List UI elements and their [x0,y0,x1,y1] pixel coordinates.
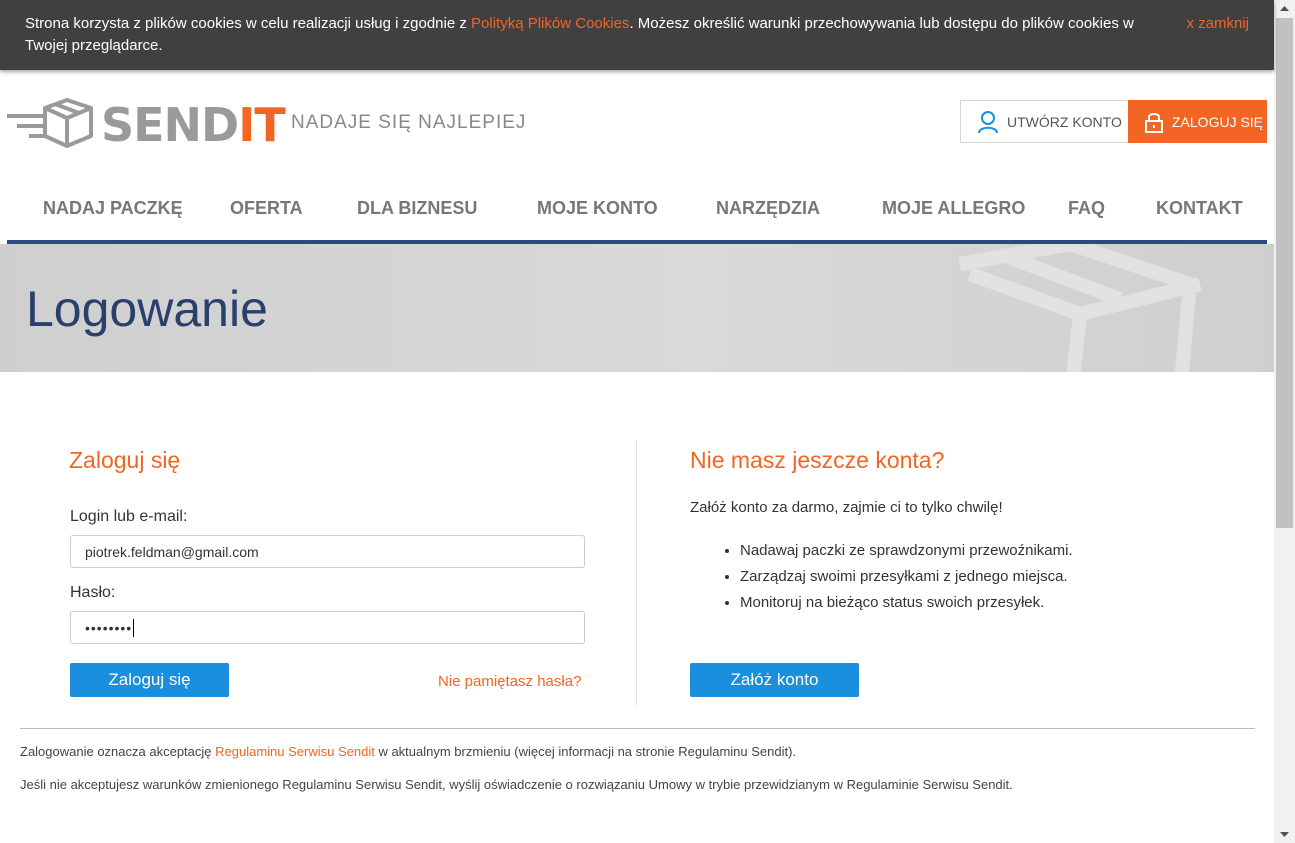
create-account-button[interactable]: UTWÓRZ KONTO [960,100,1129,143]
terms-text-before: Zalogowanie oznacza akceptację [20,744,216,759]
header-login-label: ZALOGUJ SIĘ [1172,113,1264,130]
register-button[interactable]: Załóż konto [690,663,859,697]
nav-item-oferta[interactable]: OFERTA [230,198,303,219]
terms-link[interactable]: Regulaminu Serwisu Sendit [215,744,375,759]
list-item: Monitoruj na bieżąco status swoich przes… [740,590,1073,616]
nav-item-nadaj-paczke[interactable]: NADAJ PACZKĘ [43,198,183,219]
page-banner: Logowanie [0,244,1274,372]
benefits-list: Nadawaj paczki ze sprawdzonymi przewoźni… [740,538,1073,616]
cookie-banner: Strona korzysta z plików cookies w celu … [0,0,1274,70]
package-watermark-icon [958,244,1202,372]
tagline: NADAJE SIĘ NAJLEPIEJ [291,112,527,133]
user-icon [978,110,998,133]
login-section-title: Zaloguj się [69,447,181,473]
page-title: Logowanie [26,281,268,337]
lock-icon [1145,112,1163,133]
nav-item-narzedzia[interactable]: NARZĘDZIA [716,198,820,219]
footer-divider [20,728,1255,729]
column-divider [636,440,637,706]
vertical-scrollbar[interactable] [1274,0,1295,843]
logo-wordmark[interactable]: SENDIT [101,98,286,152]
create-account-label: UTWÓRZ KONTO [1007,113,1122,130]
cookie-text-before: Strona korzysta z plików cookies w celu … [25,15,472,32]
password-mask: •••••••• [85,619,133,636]
nav-item-faq[interactable]: FAQ [1068,198,1105,219]
main-navigation: NADAJ PACZKĘ OFERTA DLA BIZNESU MOJE KON… [7,180,1267,244]
list-item: Zarządzaj swoimi przesyłkami z jednego m… [740,564,1073,590]
scroll-down-arrow-icon[interactable] [1274,826,1295,843]
nav-item-moje-konto[interactable]: MOJE KONTO [537,198,658,219]
cookie-policy-link[interactable]: Polityką Plików Cookies [471,15,629,32]
password-input[interactable]: •••••••• [70,611,585,644]
terms-text-after: w aktualnym brzmieniu (więcej informacji… [374,744,797,759]
scroll-up-arrow-icon[interactable] [1274,0,1295,17]
register-intro: Załóż konto za darmo, zajmie ci to tylko… [690,499,1003,516]
cookie-message: Strona korzysta z plików cookies w celu … [25,13,1145,57]
header-login-button[interactable]: ZALOGUJ SIĘ [1128,100,1267,143]
password-label: Hasło: [70,584,116,601]
register-section-title: Nie masz jeszcze konta? [690,447,945,473]
text-caret [133,618,135,637]
nav-item-kontakt[interactable]: KONTAKT [1156,198,1243,219]
nav-item-dla-biznesu[interactable]: DLA BIZNESU [357,198,477,219]
forgot-password-link[interactable]: Nie pamiętasz hasła? [438,673,581,690]
package-box-icon [7,98,93,148]
login-email-label: Login lub e-mail: [70,508,188,525]
login-email-input[interactable] [70,535,585,568]
cookie-close-button[interactable]: x zamknij [1186,13,1249,35]
terms-notice: Zalogowanie oznacza akceptację Regulamin… [20,744,796,759]
nav-item-moje-allegro[interactable]: MOJE ALLEGRO [882,198,1025,219]
login-submit-button[interactable]: Zaloguj się [70,663,229,697]
logo-wordmark-it: IT [238,98,285,152]
scrollbar-thumb[interactable] [1276,18,1293,528]
logo-wordmark-send: SEND [101,98,239,152]
terms-rejection-notice: Jeśli nie akceptujesz warunków zmienione… [20,777,1013,792]
list-item: Nadawaj paczki ze sprawdzonymi przewoźni… [740,538,1073,564]
